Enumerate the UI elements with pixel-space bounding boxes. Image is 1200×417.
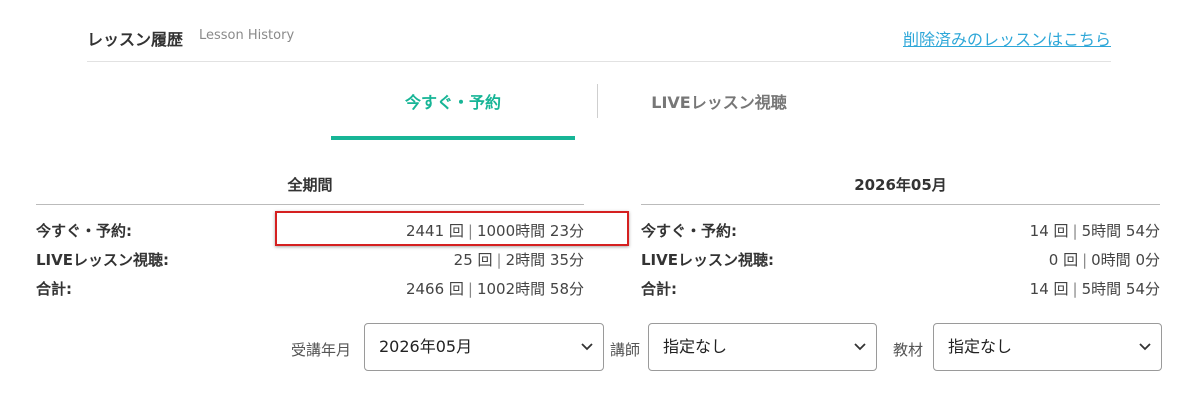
stat-label: 合計: xyxy=(641,280,677,298)
stat-label: LIVEレッスン視聴: xyxy=(641,251,774,269)
stat-time: 1002時間 58分 xyxy=(476,280,584,298)
chevron-down-icon xyxy=(581,324,593,370)
stat-value: 0 回 | 0時間 0分 xyxy=(1049,248,1160,272)
stat-separator: | xyxy=(496,251,502,269)
teacher-select[interactable]: 指定なし xyxy=(648,323,877,371)
all-period-heading: 全期間 xyxy=(36,174,584,205)
page-title: レッスン履歴 xyxy=(87,30,184,49)
stat-separator: | xyxy=(1072,280,1078,298)
stat-value: 25 回 | 2時間 35分 xyxy=(454,248,584,272)
page-subtitle: Lesson History xyxy=(199,28,295,43)
stat-time: 2時間 35分 xyxy=(505,251,584,269)
page-header: レッスン履歴 Lesson History 削除済みのレッスンはこちら xyxy=(87,0,1111,62)
highlight-box xyxy=(275,211,629,246)
all-stat-row-live: LIVEレッスン視聴: 25 回 | 2時間 35分 xyxy=(36,248,584,272)
stat-label: 今すぐ・予約: xyxy=(36,222,132,240)
month-select-value: 2026年05月 xyxy=(379,337,473,356)
stat-count: 0 回 xyxy=(1048,251,1079,269)
stat-time: 5時間 54分 xyxy=(1081,280,1160,298)
chevron-down-icon xyxy=(1139,324,1151,370)
stat-separator: | xyxy=(467,280,473,298)
material-select[interactable]: 指定なし xyxy=(933,323,1162,371)
month-filter-label: 受講年月 xyxy=(291,341,352,359)
stat-count: 25 回 xyxy=(453,251,493,269)
stat-time: 0時間 0分 xyxy=(1091,251,1160,269)
stat-time: 5時間 54分 xyxy=(1081,222,1160,240)
stat-separator: | xyxy=(1072,222,1078,240)
chevron-down-icon xyxy=(854,324,866,370)
deleted-lessons-link[interactable]: 削除済みのレッスンはこちら xyxy=(903,26,1111,50)
teacher-filter-label: 講師 xyxy=(610,341,641,359)
month-stat-row-instant: 今すぐ・予約: 14 回 | 5時間 54分 xyxy=(641,219,1160,243)
stat-label: 合計: xyxy=(36,280,72,298)
all-stat-row-total: 合計: 2466 回 | 1002時間 58分 xyxy=(36,277,584,301)
stat-value: 2466 回 | 1002時間 58分 xyxy=(406,277,584,301)
stat-value: 14 回 | 5時間 54分 xyxy=(1030,219,1160,243)
stat-separator: | xyxy=(1082,251,1088,269)
month-stat-row-live: LIVEレッスン視聴: 0 回 | 0時間 0分 xyxy=(641,248,1160,272)
tab-live-lesson[interactable]: LIVEレッスン視聴 xyxy=(599,84,839,140)
stat-value: 14 回 | 5時間 54分 xyxy=(1030,277,1160,301)
stat-count: 14 回 xyxy=(1029,280,1069,298)
teacher-select-value: 指定なし xyxy=(663,337,728,356)
month-stat-row-total: 合計: 14 回 | 5時間 54分 xyxy=(641,277,1160,301)
month-period-heading: 2026年05月 xyxy=(641,174,1160,205)
stat-label: LIVEレッスン視聴: xyxy=(36,251,169,269)
material-filter-label: 教材 xyxy=(893,341,924,359)
stat-count: 2466 回 xyxy=(405,280,464,298)
tab-instant-reservation[interactable]: 今すぐ・予約 xyxy=(331,84,575,140)
lesson-type-tabs: 今すぐ・予約 LIVEレッスン視聴 xyxy=(331,84,871,140)
material-select-value: 指定なし xyxy=(948,337,1013,356)
month-select[interactable]: 2026年05月 xyxy=(364,323,604,371)
tab-divider xyxy=(597,84,598,118)
stat-label: 今すぐ・予約: xyxy=(641,222,737,240)
stat-count: 14 回 xyxy=(1029,222,1069,240)
